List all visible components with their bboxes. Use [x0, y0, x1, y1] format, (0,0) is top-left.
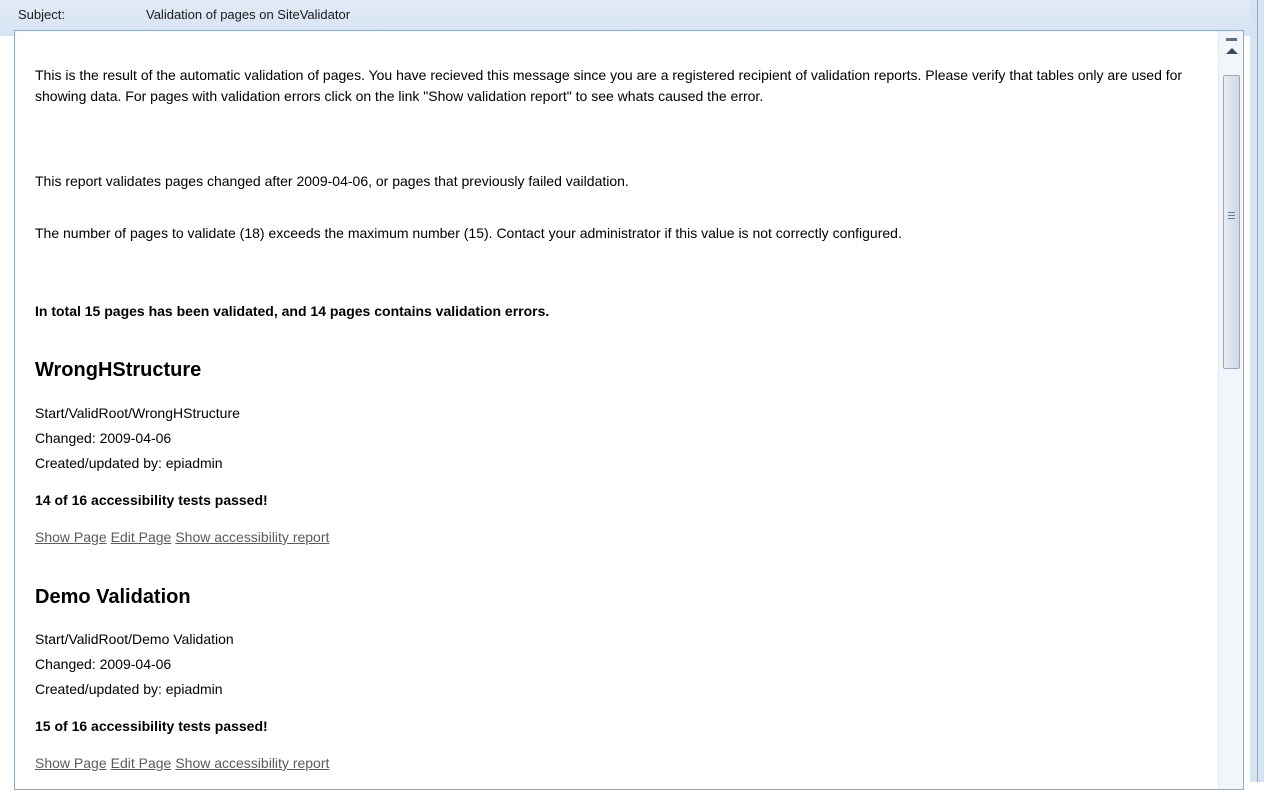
grip-icon	[1228, 218, 1235, 219]
scroll-split-handle[interactable]	[1226, 38, 1237, 41]
vertical-scrollbar[interactable]	[1218, 31, 1243, 789]
arrow-up-icon[interactable]	[1226, 48, 1238, 54]
message-body[interactable]: This is the result of the automatic vali…	[14, 30, 1244, 790]
page-author: Created/updated by: epiadmin	[35, 681, 223, 697]
page-author: Created/updated by: epiadmin	[35, 455, 223, 471]
page-changed: Changed: 2009-04-06	[35, 430, 172, 446]
show-accessibility-report-link[interactable]: Show accessibility report	[175, 755, 329, 771]
window-edge-line	[1257, 0, 1258, 782]
summary-paragraph: In total 15 pages has been validated, an…	[35, 303, 550, 319]
intro-paragraph: This is the result of the automatic vali…	[35, 67, 1183, 104]
scroll-thumb[interactable]	[1223, 75, 1240, 369]
edit-page-link[interactable]: Edit Page	[111, 529, 172, 545]
page-links: Show Page Edit Page Show accessibility rep…	[35, 755, 333, 771]
changed-after-paragraph: This report validates pages changed afte…	[35, 173, 629, 189]
show-page-link[interactable]: Show Page	[35, 755, 107, 771]
max-warning-paragraph: The number of pages to validate (18) exc…	[35, 225, 902, 241]
subject-label: Subject:	[18, 7, 65, 22]
page-links: Show Page Edit Page Show accessibility rep…	[35, 529, 333, 545]
show-accessibility-report-link[interactable]: Show accessibility report	[175, 529, 329, 545]
page-changed: Changed: 2009-04-06	[35, 656, 172, 672]
page-path: Start/ValidRoot/Demo Validation	[35, 631, 234, 647]
grip-icon	[1228, 215, 1235, 216]
grip-icon	[1228, 212, 1235, 213]
window-edge	[1250, 0, 1264, 782]
page-path: Start/ValidRoot/WrongHStructure	[35, 405, 240, 421]
page-result: 14 of 16 accessibility tests passed!	[35, 492, 268, 508]
edit-page-link[interactable]: Edit Page	[111, 755, 172, 771]
page-title: WrongHStructure	[35, 359, 202, 381]
subject-value: Validation of pages on SiteValidator	[146, 7, 351, 22]
show-page-link[interactable]: Show Page	[35, 529, 107, 545]
page-title: Demo Validation	[35, 586, 191, 608]
page-result: 15 of 16 accessibility tests passed!	[35, 718, 268, 734]
